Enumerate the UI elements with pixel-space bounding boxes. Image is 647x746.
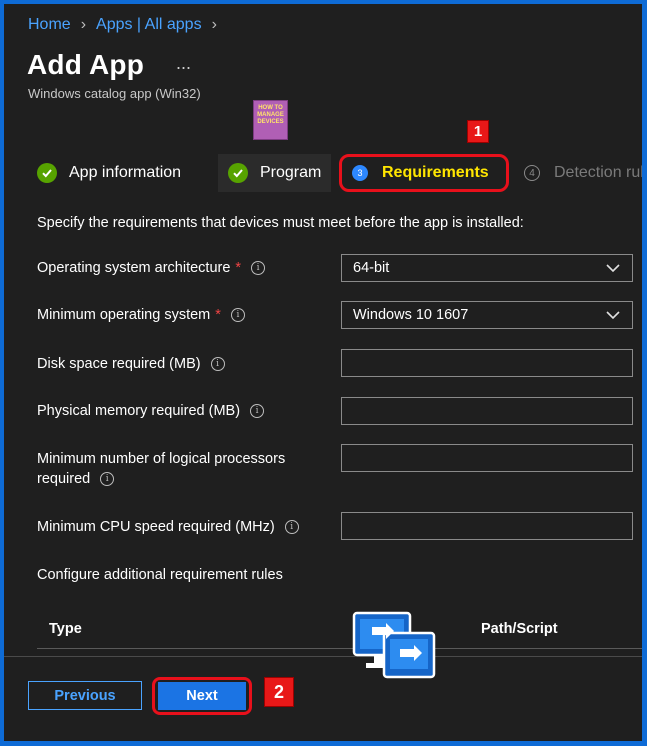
watermark-logo: HOW TO MANAGE DEVICES [253,100,288,140]
tab-label: Detection rules [554,164,642,181]
logical-processors-input[interactable] [341,444,633,472]
cpu-speed-input[interactable] [341,512,633,540]
remote-desktop-icon [352,611,436,679]
info-icon[interactable]: i [251,261,266,275]
page-subtitle: Windows catalog app (Win32) [28,86,201,101]
required-marker: * [235,260,242,276]
more-options-button[interactable]: ... [176,53,191,74]
requirements-intro: Specify the requirements that devices mu… [37,215,524,231]
app-window: Home › Apps | All apps › Add App ... Win… [4,4,642,741]
annotation-marker-2: 2 [264,677,294,707]
physical-memory-label: Physical memory required (MB) i [37,401,265,421]
previous-button[interactable]: Previous [28,681,142,710]
cpu-speed-label: Minimum CPU speed required (MHz) i [37,517,299,537]
tab-detection-rules[interactable]: 4 Detection rules [524,154,642,192]
required-marker: * [215,307,221,323]
minimum-os-label: Minimum operating system * i [37,305,245,325]
tab-app-information[interactable]: App information [37,154,181,192]
breadcrumb-home-link[interactable]: Home [28,16,71,34]
info-icon[interactable]: i [250,404,265,418]
additional-rules-heading: Configure additional requirement rules [37,567,283,583]
check-circle-icon [228,163,248,183]
info-icon[interactable]: i [210,357,225,371]
check-circle-icon [37,163,57,183]
breadcrumb: Home › Apps | All apps › [28,16,227,34]
os-architecture-select[interactable]: 64-bit [341,254,633,282]
tab-program[interactable]: Program [218,154,332,192]
os-architecture-label: Operating system architecture * i [37,258,266,278]
step-number-badge: 3 [352,165,368,181]
chevron-down-icon [606,311,620,320]
logical-processors-label: Minimum number of logical processors req… [37,451,286,487]
info-icon[interactable]: i [230,308,245,322]
chevron-down-icon [606,264,620,273]
page-title: Add App [27,49,144,80]
tab-label: App information [69,164,182,181]
chevron-right-icon: › [80,16,87,33]
table-divider [37,648,642,649]
info-icon[interactable]: i [100,472,115,486]
step-number-badge: 4 [524,165,540,181]
tab-label: Program [260,164,322,181]
table-header-path-script: Path/Script [481,621,558,637]
wizard-tabs: App information Program 3 Requirements 4… [4,154,642,192]
annotation-marker-1: 1 [467,120,489,143]
info-icon[interactable]: i [284,520,299,534]
next-button[interactable]: Next [158,682,246,710]
disk-space-input[interactable] [341,349,633,377]
chevron-right-icon: › [211,16,217,33]
table-header-type: Type [49,621,82,637]
disk-space-label: Disk space required (MB) i [37,354,225,374]
minimum-os-select[interactable]: Windows 10 1607 [341,301,633,329]
tab-requirements[interactable]: 3 Requirements [339,154,509,192]
tab-label: Requirements [382,164,489,181]
physical-memory-input[interactable] [341,397,633,425]
breadcrumb-apps-link[interactable]: Apps | All apps [96,16,202,34]
